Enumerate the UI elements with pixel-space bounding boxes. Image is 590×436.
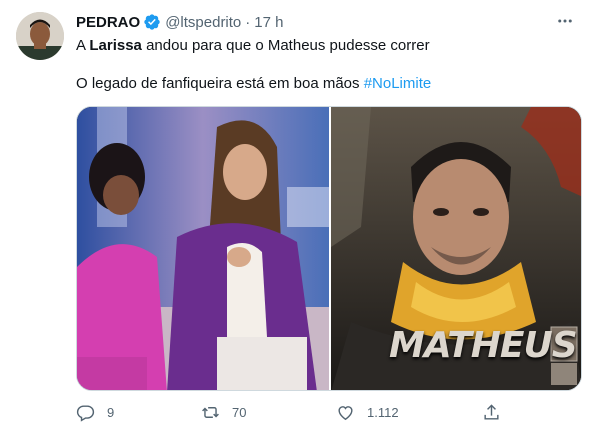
tweet-text-line2: O legado de fanfiqueira está em boa mãos… [76,74,431,94]
text-bold-name: Larissa [89,37,142,54]
reply-icon [76,404,95,422]
like-button[interactable]: 1.112 [336,400,399,424]
share-icon [484,403,499,420]
share-button[interactable] [482,400,501,424]
text-rest: andou para que o Matheus pudesse correr [141,37,430,54]
image-right[interactable]: MATHEUS [331,107,581,390]
more-dots-icon[interactable] [554,10,576,32]
hashtag-link[interactable]: #NoLimite [364,75,432,92]
retweet-button[interactable]: 70 [201,400,246,424]
timestamp[interactable]: 17 h [254,14,283,31]
text-line2: O legado de fanfiqueira está em boa mãos [76,75,364,92]
tweet[interactable]: PEDRAO @ltspedrito · 17 h A Larissa ando… [0,0,590,436]
tweet-text-line1: A Larissa andou para que o Matheus pudes… [76,36,430,56]
retweet-icon [202,406,219,418]
reply-count: 9 [107,404,115,420]
tweet-header: PEDRAO @ltspedrito · 17 h [76,12,283,32]
heart-icon [338,405,353,420]
text-prefix: A [76,37,90,54]
image-caption: MATHEUS [389,325,578,366]
author-name[interactable]: PEDRAO [76,14,140,31]
media-grid: MATHEUS [76,106,582,391]
avatar[interactable] [16,12,64,60]
verified-badge-icon [143,13,161,31]
reply-button[interactable]: 9 [76,400,114,424]
image-left[interactable] [77,107,329,390]
like-count: 1.112 [367,404,399,420]
retweet-count: 70 [232,404,247,420]
separator-dot: · [245,13,251,31]
author-handle[interactable]: @ltspedrito [165,14,241,31]
action-bar: 9 70 1.112 [76,400,516,424]
